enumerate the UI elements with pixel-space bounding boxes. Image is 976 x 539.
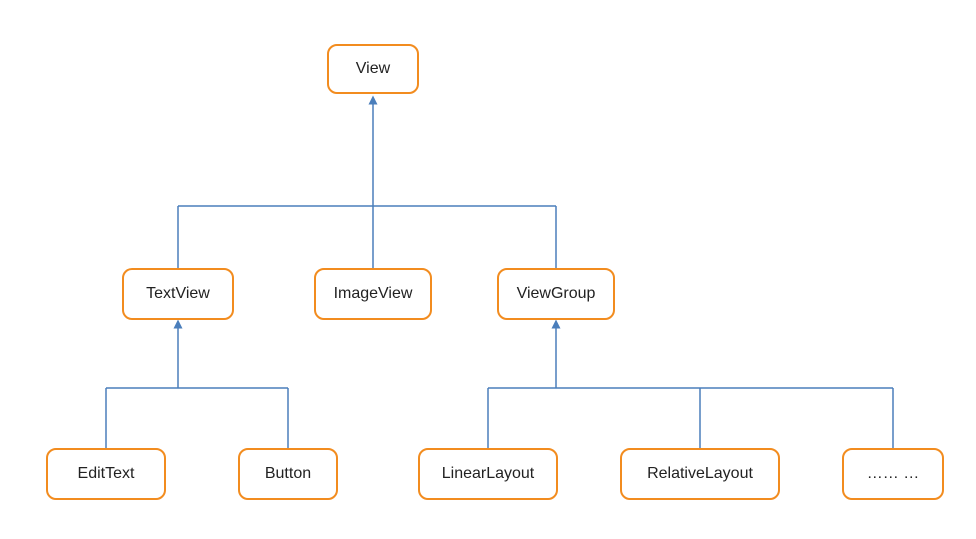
node-viewgroup: ViewGroup — [497, 268, 615, 320]
node-ellipsis: …… … — [842, 448, 944, 500]
node-edittext-label: EditText — [78, 465, 135, 483]
node-ellipsis-label: …… … — [867, 465, 919, 483]
node-viewgroup-label: ViewGroup — [517, 285, 596, 303]
node-relativelayout: RelativeLayout — [620, 448, 780, 500]
node-view-label: View — [356, 60, 390, 78]
node-textview: TextView — [122, 268, 234, 320]
node-imageview-label: ImageView — [334, 285, 413, 303]
node-imageview: ImageView — [314, 268, 432, 320]
diagram-canvas: View TextView ImageView ViewGroup EditTe… — [0, 0, 976, 539]
node-relativelayout-label: RelativeLayout — [647, 465, 753, 483]
node-edittext: EditText — [46, 448, 166, 500]
node-linearlayout-label: LinearLayout — [442, 465, 535, 483]
node-linearlayout: LinearLayout — [418, 448, 558, 500]
node-view: View — [327, 44, 419, 94]
node-button-label: Button — [265, 465, 311, 483]
node-button: Button — [238, 448, 338, 500]
node-textview-label: TextView — [146, 285, 210, 303]
